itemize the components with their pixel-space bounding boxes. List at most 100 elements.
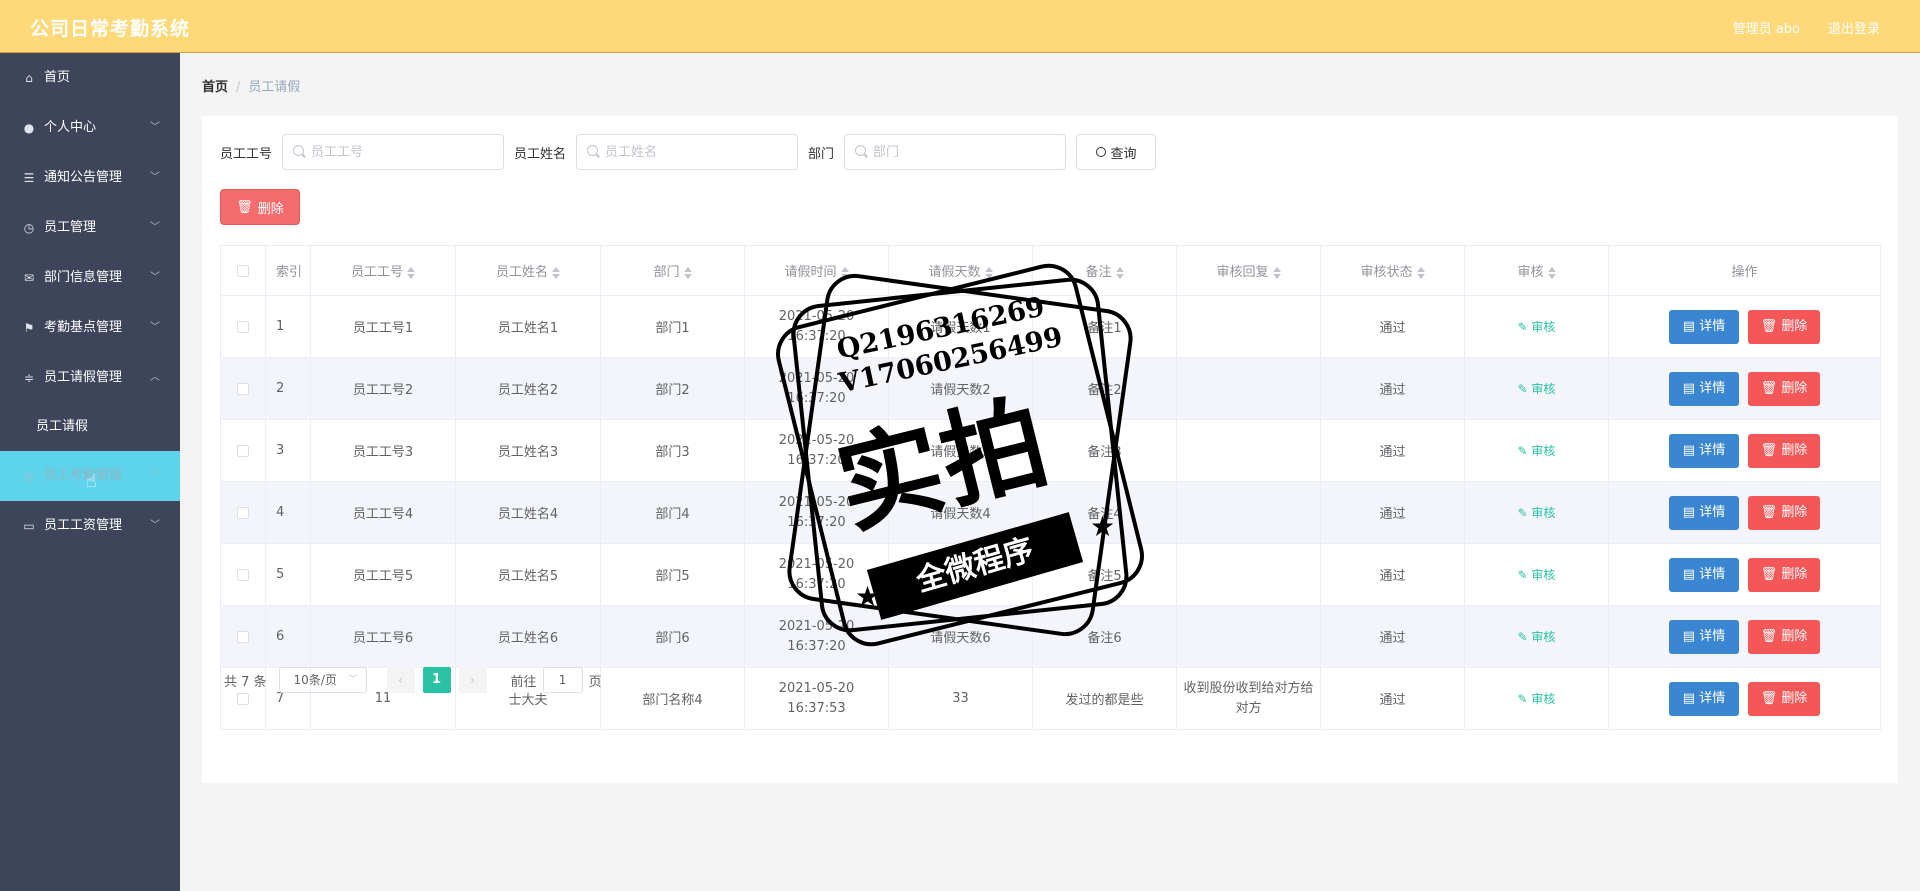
cell-dept: 部门1 (600, 295, 745, 358)
dept-field[interactable] (844, 134, 1067, 170)
row-select-cell[interactable] (220, 543, 266, 606)
delete-button[interactable]: 🗑 删除 (1748, 681, 1820, 716)
query-button[interactable]: 查询 (1076, 134, 1157, 170)
batch-delete-button[interactable]: 🗑 删除 (220, 189, 300, 225)
row-select-cell[interactable] (220, 295, 266, 358)
sort-icon[interactable] (407, 266, 415, 279)
dept-input[interactable] (873, 135, 1059, 169)
row-select-cell[interactable] (220, 481, 266, 544)
audit-link[interactable]: ✎ 审核 (1518, 506, 1556, 520)
sidebar-item-attendance-base[interactable]: ⚑ 考勤基点管理 ﹀ (0, 303, 180, 353)
row-checkbox[interactable] (237, 630, 249, 643)
audit-link[interactable]: ✎ 审核 (1518, 444, 1556, 458)
page-number[interactable]: 1 (422, 667, 451, 693)
detail-button[interactable]: ▤ 详情 (1669, 495, 1739, 530)
audit-link[interactable]: ✎ 审核 (1518, 692, 1556, 706)
row-checkbox[interactable] (237, 692, 249, 705)
audit-link[interactable]: ✎ 审核 (1518, 320, 1556, 334)
trash-icon: 🗑 (1760, 504, 1782, 520)
page-size-select[interactable]: 10条/页 ﹀ (278, 667, 367, 693)
col-remark[interactable]: 备注 (1032, 245, 1177, 296)
sidebar-item-employee[interactable]: ◷ 员工管理 ﹀ (0, 203, 180, 253)
emp-name-field[interactable] (576, 134, 799, 170)
search-bar: 员工工号 员工姓名 部门 查询 (220, 134, 1157, 170)
sort-icon[interactable] (552, 266, 560, 279)
detail-button[interactable]: ▤ 详情 (1669, 433, 1739, 468)
row-checkbox[interactable] (237, 382, 249, 395)
sidebar-item-label: 考勤基点管理 (44, 320, 123, 335)
cell-actions: ▤ 详情 🗑 删除 (1608, 357, 1881, 420)
delete-button[interactable]: 🗑 删除 (1748, 619, 1820, 654)
sort-icon[interactable] (1416, 266, 1425, 279)
cell-status: 通过 (1320, 605, 1465, 668)
cell-remark: 备注2 (1032, 357, 1177, 420)
sidebar-item-personal-center[interactable]: ● 个人中心 ﹀ (0, 103, 180, 153)
sort-icon[interactable] (1115, 266, 1124, 279)
breadcrumb-home[interactable]: 首页 (202, 80, 228, 95)
row-select-cell[interactable] (220, 419, 266, 482)
sidebar-item-salary[interactable]: ▭ 员工工资管理 ﹀ (0, 501, 180, 551)
goto-page-input[interactable] (542, 667, 583, 693)
sort-icon[interactable] (683, 266, 692, 279)
sidebar-subitem-leave[interactable]: 员工请假 (0, 403, 180, 451)
cell-emp-no: 员工工号1 (310, 295, 456, 358)
row-select-cell[interactable] (220, 357, 266, 420)
sort-icon[interactable] (984, 266, 993, 279)
detail-button[interactable]: ▤ 详情 (1669, 371, 1739, 406)
next-page-button[interactable]: › (458, 667, 487, 693)
col-emp-name[interactable]: 员工姓名 (455, 245, 601, 296)
col-reply[interactable]: 审核回复 (1176, 245, 1321, 296)
cell-days: 请假天数5 (888, 543, 1033, 606)
row-checkbox[interactable] (237, 444, 249, 457)
audit-link[interactable]: ✎ 审核 (1518, 382, 1556, 396)
detail-button[interactable]: ▤ 详情 (1669, 309, 1739, 344)
delete-button[interactable]: 🗑 删除 (1748, 433, 1820, 468)
batch-delete-label: 删除 (257, 201, 284, 217)
cell-audit: ✎ 审核 (1464, 419, 1609, 482)
row-checkbox[interactable] (237, 506, 249, 519)
delete-button[interactable]: 🗑 删除 (1748, 557, 1820, 592)
col-emp-no[interactable]: 员工工号 (310, 245, 456, 296)
col-dept[interactable]: 部门 (600, 245, 745, 296)
emp-name-input[interactable] (605, 135, 791, 169)
page-size-value: 10条/页 (293, 673, 337, 687)
select-all-cell[interactable] (220, 245, 266, 296)
cell-audit: ✎ 审核 (1464, 357, 1609, 420)
sidebar-item-department[interactable]: ✉ 部门信息管理 ﹀ (0, 253, 180, 303)
audit-link[interactable]: ✎ 审核 (1518, 568, 1556, 582)
row-checkbox[interactable] (237, 568, 249, 581)
delete-label: 删除 (1781, 380, 1808, 396)
prev-page-button[interactable]: ‹ (386, 667, 415, 693)
col-time[interactable]: 请假时间 (744, 245, 889, 296)
detail-button[interactable]: ▤ 详情 (1669, 681, 1739, 716)
cell-time: 2021-05-20 16:37:20 (744, 419, 889, 482)
row-select-cell[interactable] (220, 605, 266, 668)
chevron-down-icon: ﹀ (150, 122, 160, 133)
sidebar-item-notice[interactable]: ☰ 通知公告管理 ﹀ (0, 153, 180, 203)
logout-link[interactable]: 退出登录 (1828, 18, 1880, 37)
detail-button[interactable]: ▤ 详情 (1669, 557, 1739, 592)
sidebar-item-home[interactable]: ⌂ 首页 (0, 53, 180, 103)
sort-icon[interactable] (1272, 266, 1281, 279)
audit-link[interactable]: ✎ 审核 (1518, 630, 1556, 644)
select-all-checkbox[interactable] (237, 264, 249, 277)
row-checkbox[interactable] (237, 320, 249, 333)
detail-button[interactable]: ▤ 详情 (1669, 619, 1739, 654)
sort-icon[interactable] (1547, 266, 1556, 279)
col-days[interactable]: 请假天数 (888, 245, 1033, 296)
cell-days: 请假天数1 (888, 295, 1033, 358)
col-status[interactable]: 审核状态 (1320, 245, 1465, 296)
col-audit[interactable]: 审核 (1464, 245, 1609, 296)
cell-dept: 部门3 (600, 419, 745, 482)
cell-index: 2 (265, 357, 311, 420)
leave-table: 索引 员工工号 员工姓名 部门 请假时间 请假天数 备注 审核回复 审核状态 审… (220, 245, 1881, 730)
delete-button[interactable]: 🗑 删除 (1748, 495, 1820, 530)
cell-index: 1 (265, 295, 311, 358)
emp-no-input[interactable] (311, 135, 497, 169)
sidebar-item-leave-management[interactable]: ≑ 员工请假管理 ︿ (0, 353, 180, 403)
emp-no-field[interactable] (282, 134, 505, 170)
delete-button[interactable]: 🗑 删除 (1748, 371, 1820, 406)
sort-icon[interactable] (840, 266, 849, 279)
delete-button[interactable]: 🗑 删除 (1748, 309, 1820, 344)
chevron-up-icon: ︿ (150, 372, 160, 383)
